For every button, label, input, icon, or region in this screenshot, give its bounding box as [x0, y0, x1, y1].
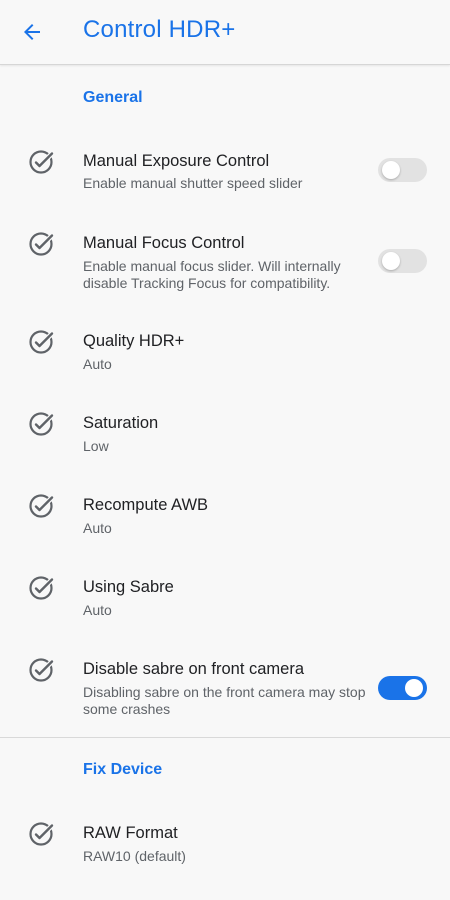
pref-title: Recompute AWB: [83, 496, 209, 514]
pref-summary: Disabling sabre on the front camera may …: [83, 684, 366, 717]
section-header-general: General: [83, 89, 143, 106]
arrow-left-icon: [24, 24, 40, 40]
pref-summary: Auto: [83, 520, 112, 536]
pref-title: Using Sabre: [83, 578, 174, 596]
pref-summary: Enable manual shutter speed slider: [83, 175, 303, 191]
settings-screen: Control HDR+ General Manual Exposure Con…: [0, 0, 450, 900]
check-circle-icon: [29, 232, 54, 256]
pref-title: RAW Format: [83, 824, 178, 842]
pref-summary: Enable manual focus slider. Will interna…: [83, 258, 341, 291]
pref-quality-hdr[interactable]: Quality HDR+ Auto: [0, 316, 450, 386]
check-circle-icon: [29, 330, 54, 354]
section-header-fix-device: Fix Device: [83, 761, 163, 778]
check-circle-icon: [29, 494, 54, 518]
check-circle-icon: [29, 412, 54, 436]
pref-summary: RAW10 (default): [83, 848, 186, 864]
switch-thumb: [405, 679, 423, 697]
disable-sabre-switch[interactable]: [378, 676, 427, 700]
pref-title: Manual Exposure Control: [83, 152, 270, 170]
switch-thumb: [382, 161, 400, 179]
app-bar: Control HDR+: [0, 0, 450, 65]
pref-disable-sabre-front-camera[interactable]: Disable sabre on front camera Disabling …: [0, 644, 450, 730]
pref-manual-focus-control[interactable]: Manual Focus Control Enable manual focus…: [0, 218, 450, 306]
check-circle-icon: [29, 576, 54, 600]
page-title: Control HDR+: [83, 16, 236, 43]
pref-summary: Auto: [83, 602, 112, 618]
pref-title: Quality HDR+: [83, 332, 185, 350]
pref-summary: Auto: [83, 356, 112, 372]
pref-summary: Low: [83, 438, 109, 454]
manual-exposure-switch[interactable]: [378, 158, 427, 182]
pref-title: Manual Focus Control: [83, 234, 245, 252]
back-button[interactable]: [14, 14, 50, 50]
switch-thumb: [382, 252, 400, 270]
check-circle-icon: [29, 822, 54, 846]
check-circle-icon: [29, 658, 54, 682]
pref-title: Saturation: [83, 414, 159, 432]
pref-recompute-awb[interactable]: Recompute AWB Auto: [0, 480, 450, 550]
pref-saturation[interactable]: Saturation Low: [0, 398, 450, 468]
pref-using-sabre[interactable]: Using Sabre Auto: [0, 562, 450, 632]
manual-focus-switch[interactable]: [378, 249, 427, 273]
pref-manual-exposure-control[interactable]: Manual Exposure Control Enable manual sh…: [0, 136, 450, 206]
check-circle-icon: [29, 150, 54, 174]
section-divider: [0, 737, 450, 738]
pref-title: Disable sabre on front camera: [83, 660, 305, 678]
pref-raw-format[interactable]: RAW Format RAW10 (default): [0, 808, 450, 878]
